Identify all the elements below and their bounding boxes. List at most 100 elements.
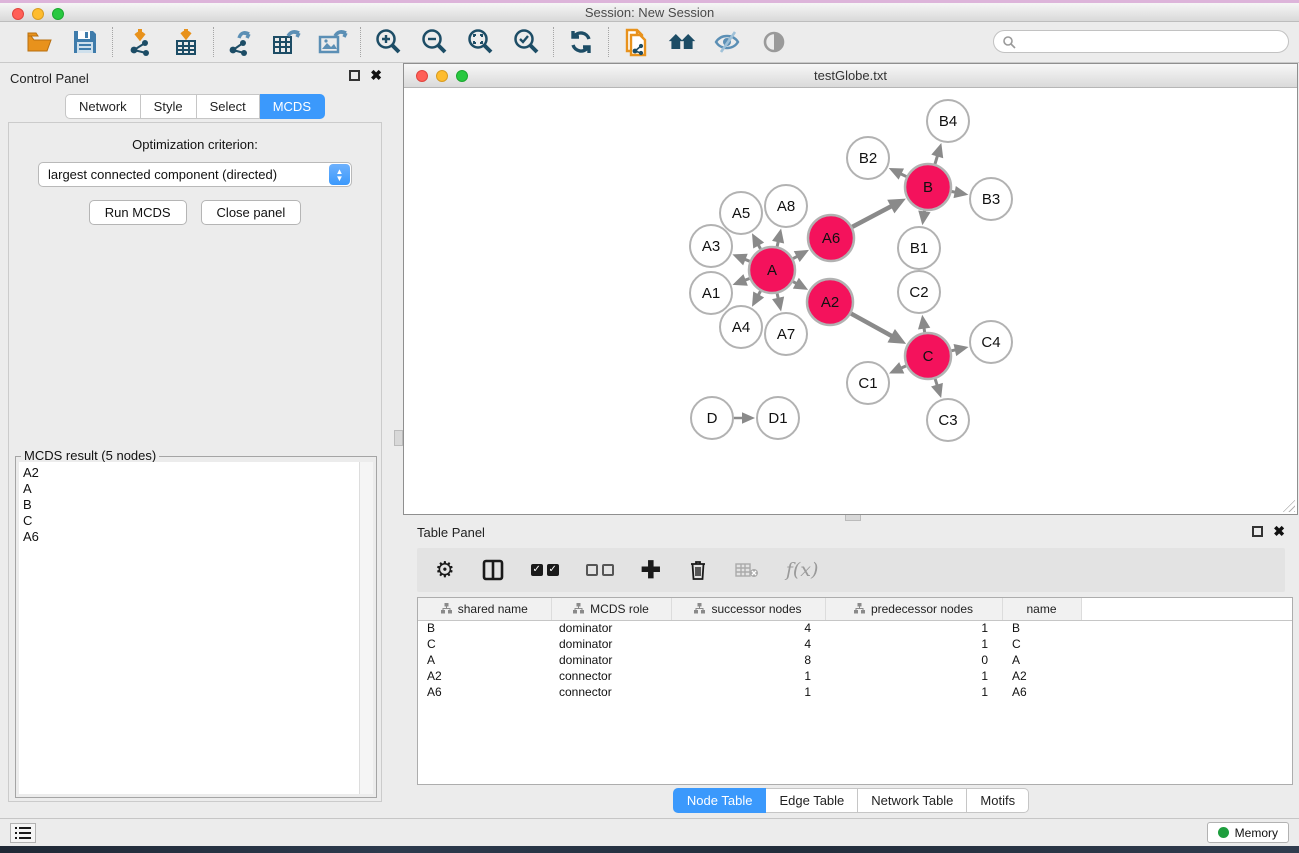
zoom-in-icon[interactable]	[373, 27, 403, 57]
close-window-button[interactable]	[12, 8, 24, 20]
table-cell[interactable]: A2	[418, 668, 551, 684]
tab-style[interactable]: Style	[141, 94, 197, 119]
import-network-icon[interactable]	[125, 27, 155, 57]
save-session-icon[interactable]	[70, 27, 100, 57]
table-row[interactable]: Bdominator41B	[418, 620, 1292, 636]
zoom-fit-icon[interactable]	[465, 27, 495, 57]
table-cell[interactable]: 1	[825, 668, 1002, 684]
table-cell[interactable]: A2	[1002, 668, 1081, 684]
table-cell[interactable]: A	[1002, 652, 1081, 668]
search-field[interactable]	[993, 30, 1289, 53]
table-cell[interactable]: 1	[825, 620, 1002, 636]
result-list-item[interactable]: B	[23, 497, 359, 513]
select-all-icon[interactable]: ✓✓	[531, 564, 559, 576]
table-cell[interactable]: C	[1002, 636, 1081, 652]
network-window-titlebar[interactable]: testGlobe.txt	[404, 64, 1297, 88]
refresh-icon[interactable]	[566, 27, 596, 57]
table-row[interactable]: Adominator80A	[418, 652, 1292, 668]
splitter-handle-horizontal[interactable]	[845, 514, 861, 521]
export-table-icon[interactable]	[272, 27, 302, 57]
graph-edge-A2-C[interactable]	[851, 314, 893, 337]
mcds-result-scrollbar[interactable]	[360, 462, 373, 794]
network-maximize-button[interactable]	[456, 70, 468, 82]
table-cell[interactable]: C	[418, 636, 551, 652]
optimization-criterion-select[interactable]: largest connected component (directed) ▲…	[38, 162, 352, 187]
table-cell[interactable]: 4	[671, 620, 825, 636]
clone-network-icon[interactable]	[621, 27, 651, 57]
memory-button[interactable]: Memory	[1207, 822, 1289, 843]
maximize-window-button[interactable]	[52, 8, 64, 20]
tab-select[interactable]: Select	[197, 94, 260, 119]
column-header-name[interactable]: name	[1002, 598, 1081, 620]
table-row[interactable]: Cdominator41C	[418, 636, 1292, 652]
run-mcds-button[interactable]: Run MCDS	[89, 200, 187, 225]
table-cell[interactable]: A	[418, 652, 551, 668]
zoom-selected-icon[interactable]	[511, 27, 541, 57]
table-row[interactable]: A2connector11A2	[418, 668, 1292, 684]
close-table-panel-icon[interactable]: ✖	[1273, 526, 1285, 537]
close-panel-button[interactable]: Close panel	[201, 200, 302, 225]
network-canvas[interactable]: B4B2BB3A8A5A6A3B1AC2A1A2A4A7C4CC1C3DD1	[404, 88, 1297, 514]
table-cell[interactable]: dominator	[551, 620, 671, 636]
tab-node-table[interactable]: Node Table	[673, 788, 767, 813]
network-minimize-button[interactable]	[436, 70, 448, 82]
result-list-item[interactable]: A	[23, 481, 359, 497]
open-file-icon[interactable]	[24, 27, 54, 57]
home-view-icon[interactable]	[667, 27, 697, 57]
task-history-icon[interactable]	[10, 823, 36, 843]
search-input[interactable]	[1020, 35, 1270, 49]
result-list-item[interactable]: A6	[23, 529, 359, 545]
import-table-icon[interactable]	[171, 27, 201, 57]
graph-node-label: C3	[938, 412, 957, 429]
table-cell[interactable]: 8	[671, 652, 825, 668]
table-cell[interactable]: 1	[671, 668, 825, 684]
delete-icon[interactable]	[688, 559, 708, 581]
hide-graphics-details-icon[interactable]	[713, 27, 743, 57]
table-cell[interactable]: A6	[1002, 684, 1081, 700]
tab-network-table[interactable]: Network Table	[858, 788, 967, 813]
export-network-icon[interactable]	[226, 27, 256, 57]
export-image-icon[interactable]	[318, 27, 348, 57]
result-list-item[interactable]: C	[23, 513, 359, 529]
table-cell[interactable]: 0	[825, 652, 1002, 668]
table-cell[interactable]: A6	[418, 684, 551, 700]
column-header-shared-name[interactable]: shared name	[418, 598, 551, 620]
table-cell[interactable]: connector	[551, 684, 671, 700]
node-table[interactable]: shared nameMCDS rolesuccessor nodesprede…	[417, 597, 1293, 785]
graph-edge-A6-B[interactable]	[852, 206, 892, 227]
table-cell[interactable]: dominator	[551, 652, 671, 668]
splitter-handle-vertical[interactable]	[394, 430, 403, 446]
graph-node-label: A4	[732, 319, 750, 336]
tab-mcds[interactable]: MCDS	[260, 94, 325, 119]
network-close-button[interactable]	[416, 70, 428, 82]
table-row[interactable]: A6connector11A6	[418, 684, 1292, 700]
table-cell[interactable]: 4	[671, 636, 825, 652]
tab-motifs[interactable]: Motifs	[967, 788, 1029, 813]
float-panel-icon[interactable]	[349, 70, 360, 81]
hierarchy-icon	[854, 603, 865, 614]
result-list-item[interactable]: A2	[23, 465, 359, 481]
mcds-result-title: MCDS result (5 nodes)	[21, 448, 159, 463]
column-header-successor-nodes[interactable]: successor nodes	[671, 598, 825, 620]
gear-icon[interactable]: ⚙	[435, 557, 455, 583]
tab-edge-table[interactable]: Edge Table	[766, 788, 858, 813]
show-graphics-details-icon[interactable]	[759, 27, 789, 57]
table-cell[interactable]: connector	[551, 668, 671, 684]
tab-network[interactable]: Network	[65, 94, 141, 119]
column-header-MCDS-role[interactable]: MCDS role	[551, 598, 671, 620]
minimize-window-button[interactable]	[32, 8, 44, 20]
table-cell[interactable]: B	[418, 620, 551, 636]
add-column-icon[interactable]: ✚	[641, 556, 661, 585]
float-table-panel-icon[interactable]	[1252, 526, 1263, 537]
table-cell[interactable]: 1	[825, 684, 1002, 700]
split-column-icon[interactable]	[482, 559, 504, 581]
table-cell[interactable]: 1	[825, 636, 1002, 652]
mcds-result-list[interactable]: A2ABCA6	[19, 462, 360, 794]
column-header-predecessor-nodes[interactable]: predecessor nodes	[825, 598, 1002, 620]
table-cell[interactable]: B	[1002, 620, 1081, 636]
zoom-out-icon[interactable]	[419, 27, 449, 57]
table-cell[interactable]: 1	[671, 684, 825, 700]
close-panel-icon[interactable]: ✖	[370, 70, 382, 81]
table-cell[interactable]: dominator	[551, 636, 671, 652]
deselect-all-icon[interactable]	[586, 564, 614, 576]
